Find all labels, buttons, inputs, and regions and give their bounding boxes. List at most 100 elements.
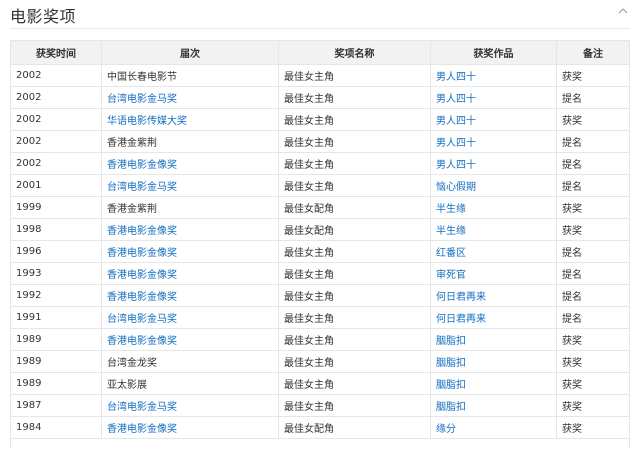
event-link[interactable]: 香港电影金像奖 — [107, 336, 177, 347]
work-cell: 半生缘 — [430, 196, 557, 219]
year-cell: 1991 — [10, 306, 102, 329]
work-link[interactable]: 何日君再来 — [436, 292, 486, 303]
work-link[interactable]: 男人四十 — [436, 116, 476, 127]
award-cell: 最佳女主角 — [278, 306, 431, 329]
work-link[interactable]: 胭脂扣 — [436, 380, 466, 391]
award-cell: 最佳女配角 — [278, 196, 431, 219]
award-cell: 最佳女主角 — [278, 284, 431, 307]
table-header-row: 获奖时间 届次 奖项名称 获奖作品 备注 — [10, 40, 630, 65]
work-cell: 男人四十 — [430, 108, 557, 131]
event-link[interactable]: 香港电影金像奖 — [107, 270, 177, 281]
work-link[interactable]: 半生缘 — [436, 204, 466, 215]
award-cell: 最佳女主角 — [278, 262, 431, 285]
event-cell: 香港电影金像奖 — [101, 262, 279, 285]
year-cell: 1993 — [10, 262, 102, 285]
section-title: 电影奖项 — [10, 7, 77, 26]
year-cell: 1987 — [10, 394, 102, 417]
table-row: 1987 台湾电影金马奖 最佳女主角 胭脂扣 获奖 — [10, 394, 630, 417]
note-cell: 提名 — [556, 306, 630, 329]
event-link[interactable]: 香港电影金像奖 — [107, 292, 177, 303]
year-cell: 1989 — [10, 350, 102, 373]
work-link[interactable]: 缘分 — [436, 424, 456, 435]
event-cell: 香港电影金像奖 — [101, 240, 279, 263]
work-link[interactable]: 审死官 — [436, 270, 466, 281]
event-cell: 中国长春电影节 — [101, 64, 279, 87]
award-cell: 最佳女主角 — [278, 86, 431, 109]
award-cell: 最佳女主角 — [278, 64, 431, 87]
work-cell: 胭脂扣 — [430, 350, 557, 373]
year-cell: 1984 — [10, 416, 102, 439]
work-cell: 半生缘 — [430, 218, 557, 241]
work-link[interactable]: 男人四十 — [436, 72, 476, 83]
table-row: 2002 华语电影传媒大奖 最佳女主角 男人四十 获奖 — [10, 108, 630, 131]
work-cell: 红番区 — [430, 240, 557, 263]
event-link[interactable]: 台湾电影金马奖 — [107, 94, 177, 105]
event-cell: 香港电影金像奖 — [101, 284, 279, 307]
work-link[interactable]: 胭脂扣 — [436, 402, 466, 413]
event-link[interactable]: 台湾电影金马奖 — [107, 402, 177, 413]
work-link[interactable]: 恼心假期 — [436, 182, 476, 193]
table-row: 1998 香港电影金像奖 最佳女配角 半生缘 获奖 — [10, 218, 630, 241]
event-cell: 香港金紫荆 — [101, 196, 279, 219]
note-cell: 获奖 — [556, 394, 630, 417]
work-cell: 缘分 — [430, 416, 557, 439]
work-cell: 男人四十 — [430, 86, 557, 109]
note-cell: 提名 — [556, 152, 630, 175]
work-cell: 男人四十 — [430, 152, 557, 175]
event-cell: 台湾电影金马奖 — [101, 86, 279, 109]
note-cell: 获奖 — [556, 350, 630, 373]
event-link[interactable]: 华语电影传媒大奖 — [107, 116, 187, 127]
table-row: 1989 台湾金龙奖 最佳女主角 胭脂扣 获奖 — [10, 350, 630, 373]
event-cell: 华语电影传媒大奖 — [101, 108, 279, 131]
table-row: 2002 香港电影金像奖 最佳女主角 男人四十 提名 — [10, 152, 630, 175]
note-cell: 获奖 — [556, 196, 630, 219]
event-text: 香港金紫荆 — [107, 138, 157, 149]
header-work: 获奖作品 — [430, 40, 557, 65]
year-cell: 1996 — [10, 240, 102, 263]
work-cell: 胭脂扣 — [430, 394, 557, 417]
event-link[interactable]: 台湾电影金马奖 — [107, 314, 177, 325]
event-link[interactable]: 香港电影金像奖 — [107, 226, 177, 237]
chevron-up-icon[interactable] — [618, 6, 628, 16]
award-cell: 最佳女主角 — [278, 372, 431, 395]
award-cell: 最佳女主角 — [278, 130, 431, 153]
note-cell: 获奖 — [556, 372, 630, 395]
header-note: 备注 — [556, 40, 630, 65]
award-cell: 最佳女配角 — [278, 416, 431, 439]
event-cell: 香港电影金像奖 — [101, 218, 279, 241]
work-link[interactable]: 胭脂扣 — [436, 336, 466, 347]
event-cell: 亚太影展 — [101, 372, 279, 395]
work-cell: 胭脂扣 — [430, 372, 557, 395]
work-link[interactable]: 何日君再来 — [436, 314, 486, 325]
award-cell: 最佳女主角 — [278, 350, 431, 373]
table-row: 1993 香港电影金像奖 最佳女主角 审死官 提名 — [10, 262, 630, 285]
table-row: 2002 香港金紫荆 最佳女主角 男人四十 提名 — [10, 130, 630, 153]
event-link[interactable]: 香港电影金像奖 — [107, 160, 177, 171]
event-link[interactable]: 台湾电影金马奖 — [107, 182, 177, 193]
award-cell: 最佳女主角 — [278, 394, 431, 417]
note-cell: 获奖 — [556, 218, 630, 241]
event-cell: 台湾电影金马奖 — [101, 394, 279, 417]
table-footer-row[interactable] — [10, 438, 630, 449]
event-link[interactable]: 香港电影金像奖 — [107, 248, 177, 259]
work-link[interactable]: 红番区 — [436, 248, 466, 259]
note-cell: 获奖 — [556, 108, 630, 131]
work-link[interactable]: 男人四十 — [436, 138, 476, 149]
table-row: 1991 台湾电影金马奖 最佳女主角 何日君再来 提名 — [10, 306, 630, 329]
table-row: 2002 台湾电影金马奖 最佳女主角 男人四十 提名 — [10, 86, 630, 109]
year-cell: 2002 — [10, 130, 102, 153]
note-cell: 获奖 — [556, 416, 630, 439]
event-cell: 台湾电影金马奖 — [101, 306, 279, 329]
work-link[interactable]: 半生缘 — [436, 226, 466, 237]
note-cell: 提名 — [556, 240, 630, 263]
event-link[interactable]: 香港电影金像奖 — [107, 424, 177, 435]
work-link[interactable]: 男人四十 — [436, 160, 476, 171]
award-cell: 最佳女主角 — [278, 108, 431, 131]
table-row: 1984 香港电影金像奖 最佳女配角 缘分 获奖 — [10, 416, 630, 439]
expand-toggle[interactable] — [10, 438, 630, 449]
award-cell: 最佳女主角 — [278, 174, 431, 197]
work-cell: 胭脂扣 — [430, 328, 557, 351]
work-link[interactable]: 男人四十 — [436, 94, 476, 105]
work-cell: 恼心假期 — [430, 174, 557, 197]
work-link[interactable]: 胭脂扣 — [436, 358, 466, 369]
